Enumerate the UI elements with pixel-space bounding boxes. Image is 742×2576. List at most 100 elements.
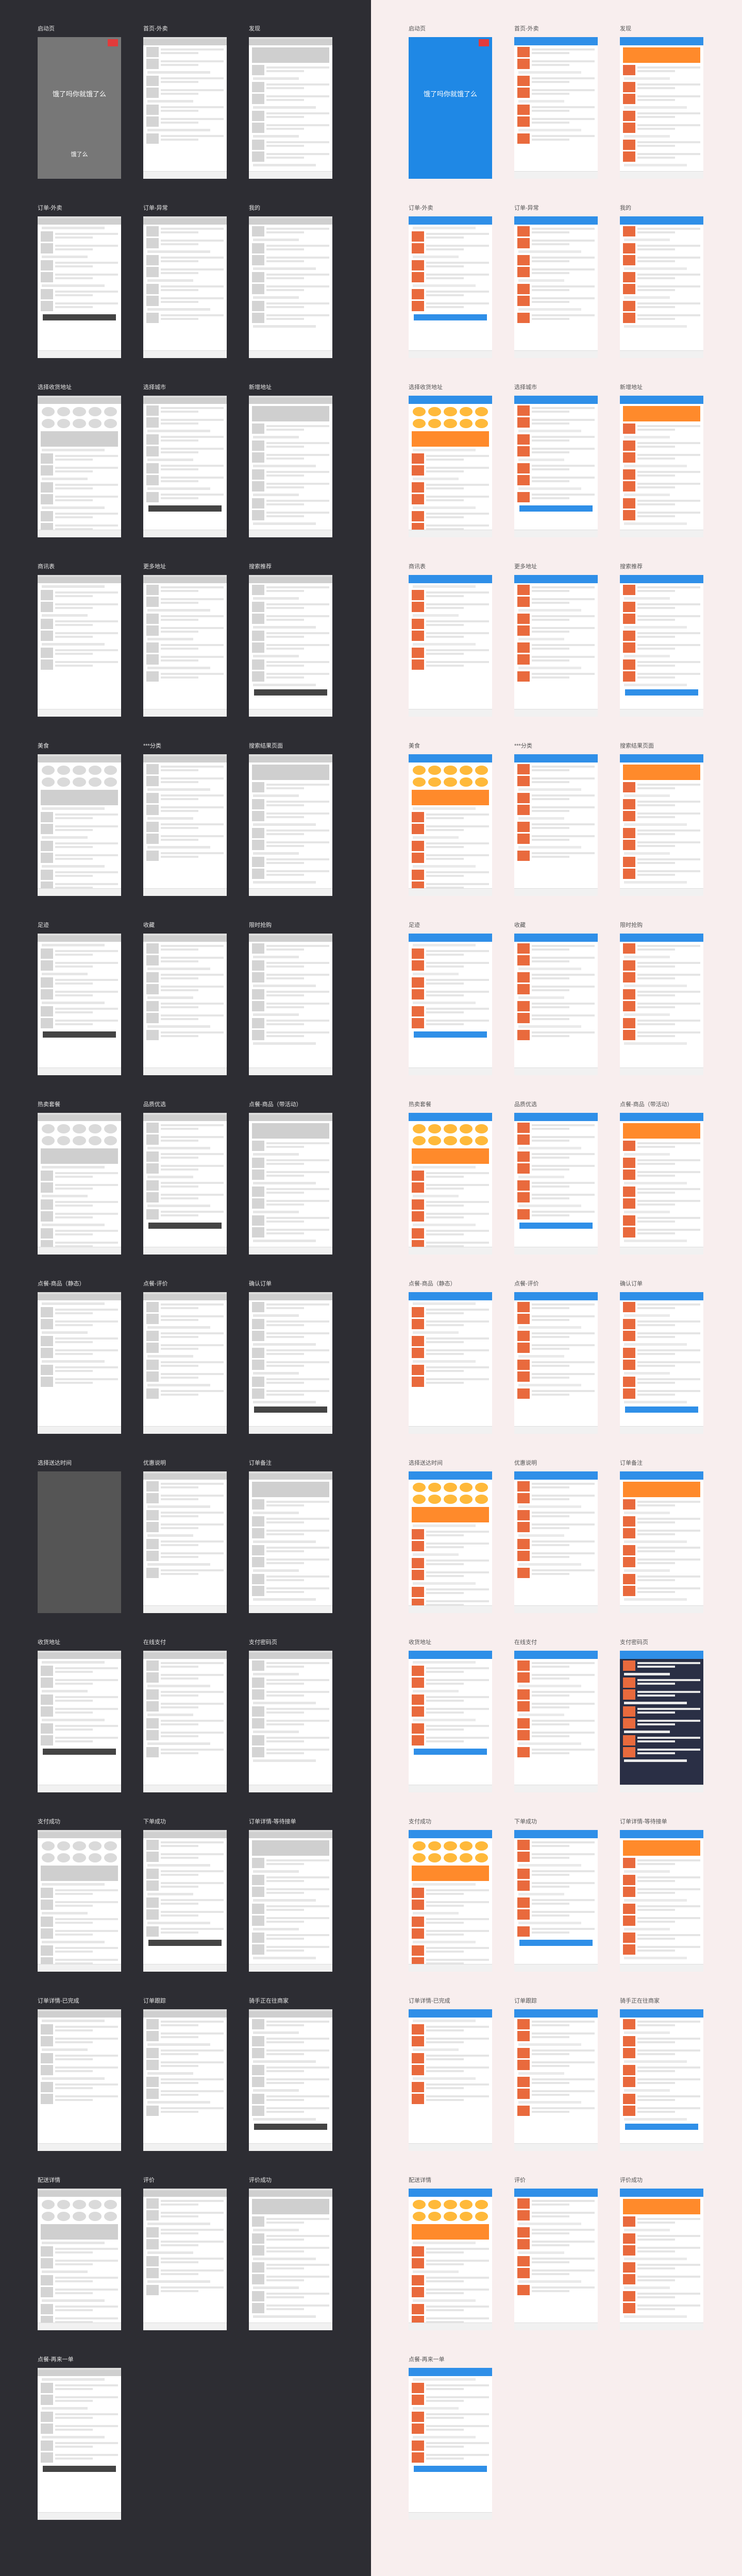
screen-title: 搜索结果页面 bbox=[249, 743, 283, 749]
phone-screen bbox=[409, 575, 492, 717]
screen-title: 品质优选 bbox=[514, 1101, 537, 1108]
screen-title: 支付成功 bbox=[409, 1819, 431, 1825]
screen-title: 发现 bbox=[249, 26, 260, 32]
phone-screen bbox=[249, 1830, 332, 1972]
phone-screen bbox=[620, 2009, 703, 2151]
phone-screen bbox=[409, 2009, 492, 2151]
phone-screen bbox=[249, 2009, 332, 2151]
screen-title: 骑手正在往商家 bbox=[620, 1998, 660, 2004]
screen-title: 启动页 bbox=[409, 26, 426, 32]
screen-title: 限时抢购 bbox=[620, 922, 643, 928]
screen-title: 订单-异常 bbox=[143, 205, 168, 211]
screen-title: 订单跟踪 bbox=[514, 1998, 537, 2004]
phone-screen bbox=[620, 575, 703, 717]
screen-title: 订单-外卖 bbox=[409, 205, 433, 211]
screen-title: 搜索推荐 bbox=[620, 564, 643, 570]
screen-title: 优惠说明 bbox=[514, 1460, 537, 1466]
phone-screen bbox=[143, 1292, 227, 1434]
screen-title: 热卖套餐 bbox=[38, 1101, 60, 1108]
phone-screen bbox=[38, 2009, 121, 2151]
splash-badge bbox=[108, 39, 118, 46]
screen-title: 在线支付 bbox=[514, 1639, 537, 1646]
phone-screen bbox=[409, 934, 492, 1075]
screen-title: 搜索推荐 bbox=[249, 564, 272, 570]
phone-screen bbox=[143, 37, 227, 179]
phone-screen bbox=[409, 396, 492, 537]
phone-screen bbox=[249, 1292, 332, 1434]
screen-title: 下单成功 bbox=[143, 1819, 166, 1825]
phone-screen bbox=[38, 575, 121, 717]
phone-screen bbox=[143, 1471, 227, 1613]
phone-screen bbox=[143, 2009, 227, 2151]
phone-screen bbox=[514, 575, 598, 717]
screen-title: 点餐-再来一单 bbox=[409, 2357, 445, 2363]
screen-title: 选择收货地址 bbox=[38, 384, 72, 391]
phone-screen bbox=[620, 1651, 703, 1792]
screen-title: 评价 bbox=[143, 2177, 155, 2183]
screen-title: 选择城市 bbox=[143, 384, 166, 391]
screen-title: 点餐-评价 bbox=[514, 1281, 539, 1287]
phone-screen bbox=[514, 2189, 598, 2330]
screen-title: 美食 bbox=[409, 743, 420, 749]
screen-title: 在线支付 bbox=[143, 1639, 166, 1646]
screen-title: 首页-外卖 bbox=[514, 26, 539, 32]
phone-screen bbox=[514, 37, 598, 179]
phone-screen bbox=[409, 1292, 492, 1434]
phone-screen bbox=[249, 754, 332, 896]
phone-screen bbox=[514, 754, 598, 896]
phone-screen bbox=[409, 216, 492, 358]
screen-title: 收藏 bbox=[143, 922, 155, 928]
screen-title: 订单备注 bbox=[249, 1460, 272, 1466]
phone-screen bbox=[620, 1292, 703, 1434]
screen-title: 我的 bbox=[249, 205, 260, 211]
phone-screen bbox=[620, 1830, 703, 1972]
screen-title: 美食 bbox=[38, 743, 49, 749]
screen-title: 限时抢购 bbox=[249, 922, 272, 928]
screen-title: 收藏 bbox=[514, 922, 526, 928]
phone-screen bbox=[143, 216, 227, 358]
screen-title: 骑手正在往商家 bbox=[249, 1998, 289, 2004]
phone-screen bbox=[143, 575, 227, 717]
phone-screen bbox=[409, 2368, 492, 2520]
phone-screen bbox=[249, 575, 332, 717]
screen-title: 评价成功 bbox=[249, 2177, 272, 2183]
phone-screen bbox=[143, 1830, 227, 1972]
screen-title: 确认订单 bbox=[620, 1281, 643, 1287]
phone-screen bbox=[514, 1830, 598, 1972]
screen-title: 首页-外卖 bbox=[143, 26, 168, 32]
screen-title: 收货地址 bbox=[38, 1639, 60, 1646]
screen-title: 收货地址 bbox=[409, 1639, 431, 1646]
phone-screen bbox=[620, 37, 703, 179]
phone-screen bbox=[409, 754, 492, 896]
screen-title: 确认订单 bbox=[249, 1281, 272, 1287]
screen-title: 新增地址 bbox=[249, 384, 272, 391]
splash-slogan: 饿了吗你就饿了么 bbox=[423, 90, 477, 98]
phone-screen bbox=[249, 216, 332, 358]
screen-title: 足迹 bbox=[38, 922, 49, 928]
splash-enter-button[interactable]: 饿了么 bbox=[38, 150, 121, 158]
screen-title: 商讯表 bbox=[38, 564, 55, 570]
screen-title: 发现 bbox=[620, 26, 631, 32]
phone-screen bbox=[514, 934, 598, 1075]
phone-screen bbox=[38, 1113, 121, 1255]
screen-title: 评价 bbox=[514, 2177, 526, 2183]
wireframe-panel: 启动页 饿了吗你就饿了么 饿了么 首页-外卖 发现 订单-外卖 订单-异常 我的 选择收货地址选… bbox=[0, 0, 371, 2576]
phone-screen bbox=[143, 934, 227, 1075]
phone-screen bbox=[38, 2368, 121, 2520]
phone-screen bbox=[38, 1651, 121, 1792]
phone-screen bbox=[409, 1651, 492, 1792]
screen-title: 订单详情-已完成 bbox=[409, 1998, 450, 2004]
screen-title: 品质优选 bbox=[143, 1101, 166, 1108]
phone-screen bbox=[143, 1651, 227, 1792]
screen-title: 点餐-商品（带活动） bbox=[249, 1101, 302, 1108]
screen-title: ***分类 bbox=[143, 743, 161, 749]
screen-title: 下单成功 bbox=[514, 1819, 537, 1825]
phone-screen bbox=[38, 1471, 121, 1613]
phone-screen bbox=[620, 2189, 703, 2330]
phone-screen bbox=[620, 754, 703, 896]
screen-title: 更多地址 bbox=[143, 564, 166, 570]
phone-screen bbox=[38, 754, 121, 896]
screen-title: 订单-异常 bbox=[514, 205, 539, 211]
phone-screen bbox=[620, 396, 703, 537]
screen-title: 订单详情-等待接单 bbox=[620, 1819, 667, 1825]
